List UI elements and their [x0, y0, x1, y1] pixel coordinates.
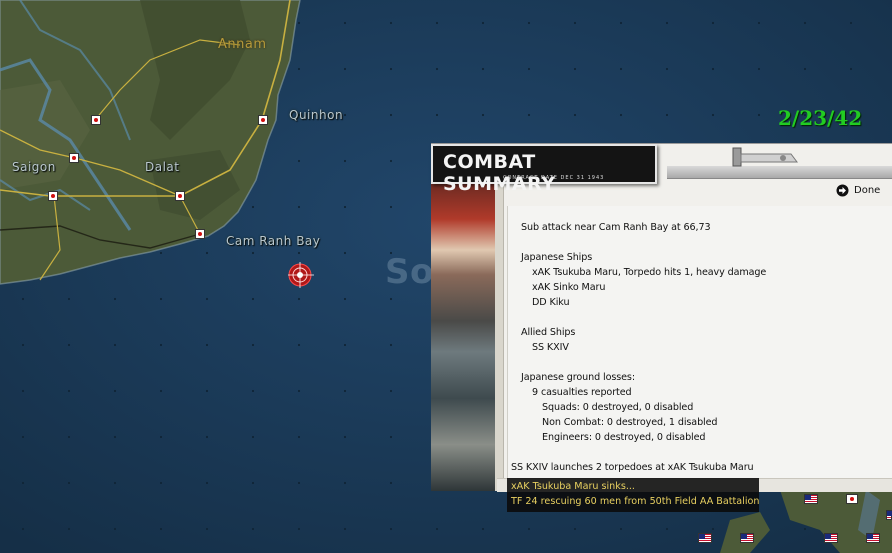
japanese-ship-line: DD Kiku [532, 297, 570, 308]
japanese-base-icon[interactable] [258, 115, 268, 125]
japanese-flag-icon[interactable] [846, 494, 858, 504]
panel-title: COMBAT SUMMARY [443, 151, 556, 195]
us-flag-icon[interactable] [804, 494, 818, 504]
us-flag-icon[interactable] [740, 533, 754, 543]
panel-photo [431, 182, 497, 491]
event-message-line: TF 24 rescuing 60 men from 50th Field AA… [511, 496, 760, 507]
panel-subtitle: CONTRACT DATE DEC 31 1943 [503, 175, 605, 181]
done-button[interactable]: Done [836, 182, 880, 198]
torpedo-launch-line: SS KXIV launches 2 torpedoes at xAK Tsuk… [511, 462, 754, 473]
city-label-dalat: Dalat [145, 160, 180, 174]
panel-photo-frame [495, 182, 504, 491]
combat-summary-panel: COMBAT SUMMARY CONTRACT DATE DEC 31 1943… [431, 143, 892, 492]
japanese-base-icon[interactable] [195, 229, 205, 239]
allied-ships-header: Allied Ships [521, 327, 576, 338]
panel-header: COMBAT SUMMARY CONTRACT DATE DEC 31 1943 [431, 144, 657, 195]
combat-summary-body: Sub attack near Cam Ranh Bay at 66,73 Ja… [507, 206, 892, 491]
us-flag-icon[interactable] [886, 510, 892, 520]
done-label: Done [854, 184, 881, 196]
attack-line: Sub attack near Cam Ranh Bay at 66,73 [521, 222, 711, 233]
done-arrow-icon [836, 184, 849, 196]
engineers-line: Engineers: 0 destroyed, 0 disabled [542, 432, 706, 443]
japanese-ship-line: xAK Tsukuba Maru, Torpedo hits 1, heavy … [532, 267, 767, 278]
japanese-base-icon[interactable] [69, 153, 79, 163]
japanese-base-icon[interactable] [48, 191, 58, 201]
city-label-saigon: Saigon [12, 160, 56, 174]
us-flag-icon[interactable] [698, 533, 712, 543]
japanese-ships-header: Japanese Ships [521, 252, 593, 263]
noncombat-line: Non Combat: 0 destroyed, 1 disabled [542, 417, 718, 428]
event-message-box: xAK Tsukuba Maru sinks... TF 24 rescuing… [507, 478, 759, 512]
casualties-line: 9 casualties reported [532, 387, 632, 398]
game-date: 2/23/42 [778, 106, 863, 130]
clipboard-clip-icon [732, 147, 798, 167]
submarine-task-force-icon[interactable] [288, 262, 314, 288]
ground-losses-header: Japanese ground losses: [521, 372, 635, 383]
japanese-ship-line: xAK Sinko Maru [532, 282, 606, 293]
city-label-quinhon: Quinhon [289, 108, 344, 122]
sea-label-partial: So [385, 252, 434, 292]
japanese-base-icon[interactable] [91, 115, 101, 125]
city-label-cam-ranh-bay: Cam Ranh Bay [226, 234, 321, 248]
us-flag-icon[interactable] [824, 533, 838, 543]
region-label-annam: Annam [218, 37, 267, 52]
squads-line: Squads: 0 destroyed, 0 disabled [542, 402, 694, 413]
allied-ship-line: SS KXIV [532, 342, 569, 353]
us-flag-icon[interactable] [866, 533, 880, 543]
event-message-line: xAK Tsukuba Maru sinks... [511, 481, 635, 492]
japanese-base-icon[interactable] [175, 191, 185, 201]
